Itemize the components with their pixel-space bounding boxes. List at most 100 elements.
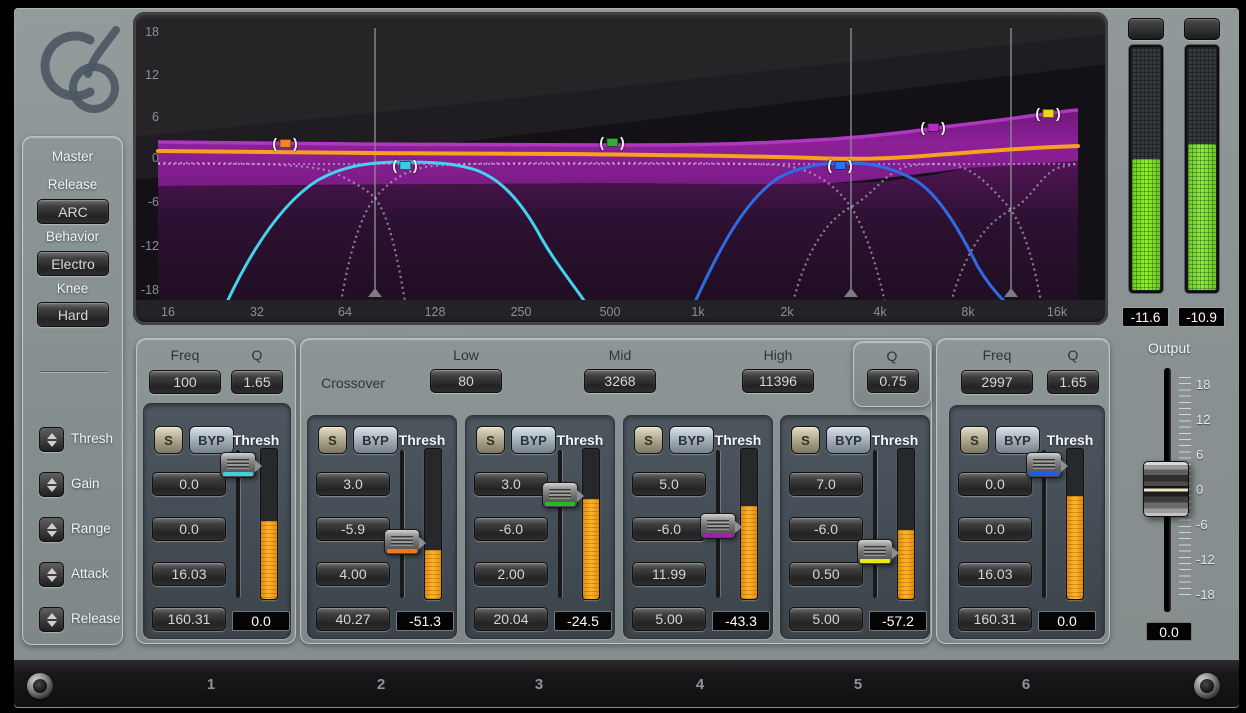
- band-5-controls: S BYP Thresh 7.0 -6.0 0.50 5.00 -57.2: [780, 415, 930, 639]
- band-1-meter-fill: [261, 521, 277, 599]
- band-3-marker[interactable]: (): [599, 135, 624, 149]
- band-2-marker[interactable]: (): [272, 136, 297, 150]
- down-arrow-icon: [47, 531, 57, 537]
- attack-stepper[interactable]: [39, 562, 64, 587]
- band-6-solo-button[interactable]: S: [960, 426, 989, 454]
- band-5-solo-button[interactable]: S: [791, 426, 820, 454]
- band-5-marker[interactable]: (): [1035, 106, 1060, 120]
- band-3-release-value[interactable]: 20.04: [474, 607, 548, 631]
- release-stepper-label: Release: [71, 611, 121, 626]
- band-3-thresh-slider[interactable]: [542, 482, 578, 508]
- band-4-marker[interactable]: (): [920, 120, 945, 134]
- arc-button[interactable]: ARC: [37, 199, 109, 224]
- output-meter-right: [1184, 44, 1220, 294]
- band-2-thresh-label: Thresh: [390, 432, 454, 448]
- band-6-thresh-slider[interactable]: [1026, 452, 1062, 478]
- band-5-attack-value[interactable]: 0.50: [789, 562, 863, 586]
- band-marker-dot: [399, 161, 411, 170]
- band-2-gain-value[interactable]: 3.0: [316, 472, 390, 496]
- x-axis-tick: 1k: [691, 305, 704, 319]
- crossover-low-label: Low: [430, 347, 502, 363]
- fader-scale-label: -12: [1196, 552, 1232, 567]
- band-number-5: 5: [854, 676, 862, 693]
- band-4-attack-value[interactable]: 11.99: [632, 562, 706, 586]
- left-meter-clip-button[interactable]: [1128, 18, 1164, 40]
- release-stepper[interactable]: [39, 607, 64, 632]
- band-3-gain-value[interactable]: 3.0: [474, 472, 548, 496]
- band-number-2: 2: [377, 676, 385, 693]
- band-4-solo-button[interactable]: S: [634, 426, 663, 454]
- right-meter-clip-button[interactable]: [1184, 18, 1220, 40]
- gain-stepper[interactable]: [39, 472, 64, 497]
- band-4-release-value[interactable]: 5.00: [632, 607, 706, 631]
- band-4-level-meter: [740, 448, 758, 600]
- down-arrow-icon: [47, 486, 57, 492]
- band-1-gain-value[interactable]: 0.0: [152, 472, 226, 496]
- band-2-solo-button[interactable]: S: [318, 426, 347, 454]
- crossover-q-value[interactable]: 0.75: [867, 369, 919, 393]
- release-label: Release: [23, 177, 122, 192]
- range-stepper[interactable]: [39, 517, 64, 542]
- band-number-6: 6: [1022, 676, 1030, 693]
- y-axis-tick: 12: [133, 68, 159, 82]
- up-arrow-icon: [47, 613, 57, 619]
- band-6-marker[interactable]: (): [827, 158, 852, 172]
- band-2-release-value[interactable]: 40.27: [316, 607, 390, 631]
- crossover-low-value[interactable]: 80: [430, 369, 502, 393]
- knee-button[interactable]: Hard: [37, 302, 109, 327]
- band-1-thresh-label: Thresh: [224, 432, 288, 448]
- band-6-freq-label: Freq: [961, 347, 1033, 363]
- y-axis-tick: 0: [133, 151, 159, 165]
- band-5-thresh-slider[interactable]: [857, 539, 893, 565]
- band-1-range-value[interactable]: 0.0: [152, 517, 226, 541]
- band-5-level-meter: [897, 448, 915, 600]
- band-4-range-value[interactable]: -6.0: [632, 517, 706, 541]
- band-2-attack-value[interactable]: 4.00: [316, 562, 390, 586]
- slider-color-stripe: [703, 533, 733, 537]
- band-5-thresh-label: Thresh: [863, 432, 927, 448]
- x-axis-tick: 8k: [961, 305, 974, 319]
- slider-color-stripe: [387, 549, 417, 553]
- y-axis-tick: -6: [133, 195, 159, 209]
- crossover-mid-value[interactable]: 3268: [584, 369, 656, 393]
- x-axis-tick: 16k: [1047, 305, 1067, 319]
- band-1-freq-value[interactable]: 100: [149, 370, 221, 394]
- crossover-high-value[interactable]: 11396: [742, 369, 814, 393]
- band-4-thresh-label: Thresh: [706, 432, 770, 448]
- band-5-release-value[interactable]: 5.00: [789, 607, 863, 631]
- thresh-stepper[interactable]: [39, 427, 64, 452]
- band-1-thresh-slider[interactable]: [220, 452, 256, 478]
- band-2-range-value[interactable]: -5.9: [316, 517, 390, 541]
- band-6-gain-value[interactable]: 0.0: [958, 472, 1032, 496]
- band-1-release-value[interactable]: 160.31: [152, 607, 226, 631]
- band-3-solo-button[interactable]: S: [476, 426, 505, 454]
- down-arrow-icon: [47, 576, 57, 582]
- band-1-solo-button[interactable]: S: [154, 426, 183, 454]
- band-5-range-value[interactable]: -6.0: [789, 517, 863, 541]
- output-fader-handle[interactable]: [1143, 461, 1189, 517]
- band-6-freq-value[interactable]: 2997: [961, 370, 1033, 394]
- band-6-q-value[interactable]: 1.65: [1047, 370, 1099, 394]
- band-4-thresh-slider[interactable]: [700, 513, 736, 539]
- band-2-thresh-slider[interactable]: [384, 529, 420, 555]
- slider-arrow-icon: [892, 547, 899, 559]
- band-1-panel: Freq Q 100 1.65 S BYP Thresh 0.0 0.0 16.…: [136, 338, 296, 644]
- band-6-attack-value[interactable]: 16.03: [958, 562, 1032, 586]
- marker-bracket: ): [848, 158, 853, 172]
- band-6-release-value[interactable]: 160.31: [958, 607, 1032, 631]
- band-3-attack-value[interactable]: 2.00: [474, 562, 548, 586]
- band-6-range-value[interactable]: 0.0: [958, 517, 1032, 541]
- band-3-range-value[interactable]: -6.0: [474, 517, 548, 541]
- behavior-button[interactable]: Electro: [37, 251, 109, 276]
- slider-arrow-icon: [255, 460, 262, 472]
- slider-grooves: [1033, 459, 1055, 470]
- band-4-gain-value[interactable]: 5.0: [632, 472, 706, 496]
- band-1-attack-value[interactable]: 16.03: [152, 562, 226, 586]
- band-marker-dot: [834, 161, 846, 170]
- band-5-gain-value[interactable]: 7.0: [789, 472, 863, 496]
- up-arrow-icon: [47, 478, 57, 484]
- band-1-q-value[interactable]: 1.65: [231, 370, 283, 394]
- band-1-marker[interactable]: (): [392, 158, 417, 172]
- x-axis-tick: 32: [250, 305, 264, 319]
- band-4-controls: S BYP Thresh 5.0 -6.0 11.99 5.00 -43.3: [623, 415, 773, 639]
